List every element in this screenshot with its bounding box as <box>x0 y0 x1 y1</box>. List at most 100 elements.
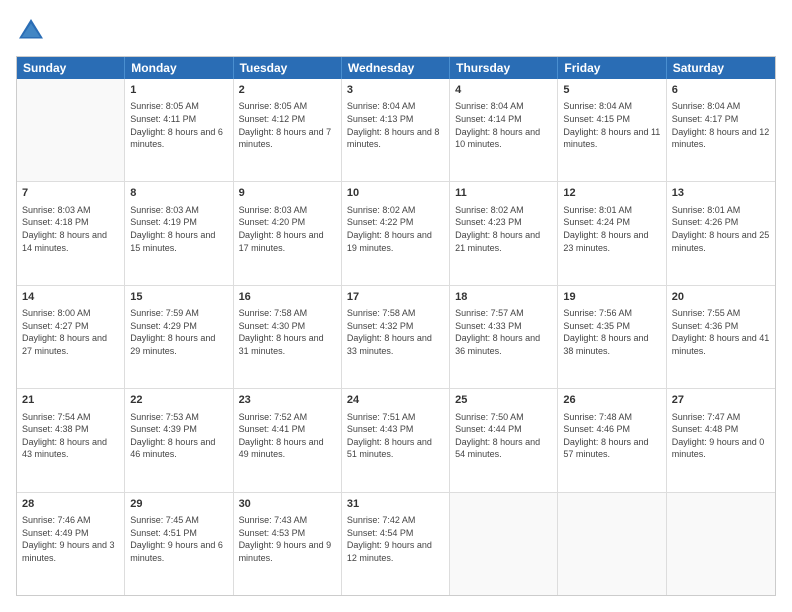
weekday-header-thursday: Thursday <box>450 57 558 79</box>
day-number: 4 <box>455 83 552 98</box>
day-number: 21 <box>22 393 119 408</box>
day-info: Sunrise: 7:58 AM Sunset: 4:30 PM Dayligh… <box>239 307 336 357</box>
day-number: 18 <box>455 290 552 305</box>
calendar-row-3: 21 Sunrise: 7:54 AM Sunset: 4:38 PM Dayli… <box>17 389 775 492</box>
page: SundayMondayTuesdayWednesdayThursdayFrid… <box>0 0 792 612</box>
calendar-cell: 28 Sunrise: 7:46 AM Sunset: 4:49 PM Dayli… <box>17 493 125 595</box>
day-info: Sunrise: 7:46 AM Sunset: 4:49 PM Dayligh… <box>22 514 119 564</box>
calendar-cell: 13Sunrise: 8:01 AM Sunset: 4:26 PM Dayli… <box>667 182 775 284</box>
day-number: 12 <box>563 186 660 201</box>
logo <box>16 16 50 46</box>
day-info: Sunrise: 8:02 AM Sunset: 4:22 PM Dayligh… <box>347 204 444 254</box>
calendar-cell: 15 Sunrise: 7:59 AM Sunset: 4:29 PM Dayli… <box>125 286 233 388</box>
day-number: 24 <box>347 393 444 408</box>
calendar: SundayMondayTuesdayWednesdayThursdayFrid… <box>16 56 776 596</box>
calendar-cell: 23Sunrise: 7:52 AM Sunset: 4:41 PM Dayli… <box>234 389 342 491</box>
day-number: 14 <box>22 290 119 305</box>
calendar-cell: 12 Sunrise: 8:01 AM Sunset: 4:24 PM Dayli… <box>558 182 666 284</box>
calendar-cell: 7 Sunrise: 8:03 AM Sunset: 4:18 PM Daylig… <box>17 182 125 284</box>
day-number: 3 <box>347 83 444 98</box>
day-info: Sunrise: 8:01 AM Sunset: 4:26 PM Dayligh… <box>672 204 770 254</box>
calendar-cell <box>17 79 125 181</box>
day-number: 16 <box>239 290 336 305</box>
day-info: Sunrise: 8:04 AM Sunset: 4:14 PM Dayligh… <box>455 100 552 150</box>
day-info: Sunrise: 7:59 AM Sunset: 4:29 PM Dayligh… <box>130 307 227 357</box>
calendar-cell: 6 Sunrise: 8:04 AM Sunset: 4:17 PM Daylig… <box>667 79 775 181</box>
day-info: Sunrise: 8:01 AM Sunset: 4:24 PM Dayligh… <box>563 204 660 254</box>
weekday-header-sunday: Sunday <box>17 57 125 79</box>
day-info: Sunrise: 8:00 AM Sunset: 4:27 PM Dayligh… <box>22 307 119 357</box>
calendar-cell: 27 Sunrise: 7:47 AM Sunset: 4:48 PM Dayli… <box>667 389 775 491</box>
calendar-cell: 2Sunrise: 8:05 AM Sunset: 4:12 PM Daylig… <box>234 79 342 181</box>
day-info: Sunrise: 8:03 AM Sunset: 4:18 PM Dayligh… <box>22 204 119 254</box>
calendar-cell: 1 Sunrise: 8:05 AM Sunset: 4:11 PM Daylig… <box>125 79 233 181</box>
day-info: Sunrise: 8:04 AM Sunset: 4:15 PM Dayligh… <box>563 100 660 150</box>
day-number: 9 <box>239 186 336 201</box>
day-number: 6 <box>672 83 770 98</box>
calendar-cell: 18 Sunrise: 7:57 AM Sunset: 4:33 PM Dayli… <box>450 286 558 388</box>
day-info: Sunrise: 7:48 AM Sunset: 4:46 PM Dayligh… <box>563 411 660 461</box>
calendar-cell: 24Sunrise: 7:51 AM Sunset: 4:43 PM Dayli… <box>342 389 450 491</box>
day-number: 19 <box>563 290 660 305</box>
calendar-cell <box>667 493 775 595</box>
day-info: Sunrise: 7:55 AM Sunset: 4:36 PM Dayligh… <box>672 307 770 357</box>
calendar-cell: 17 Sunrise: 7:58 AM Sunset: 4:32 PM Dayli… <box>342 286 450 388</box>
calendar-cell: 16 Sunrise: 7:58 AM Sunset: 4:30 PM Dayli… <box>234 286 342 388</box>
weekday-header-saturday: Saturday <box>667 57 775 79</box>
day-info: Sunrise: 7:47 AM Sunset: 4:48 PM Dayligh… <box>672 411 770 461</box>
weekday-header-wednesday: Wednesday <box>342 57 450 79</box>
calendar-header: SundayMondayTuesdayWednesdayThursdayFrid… <box>17 57 775 79</box>
calendar-cell: 5Sunrise: 8:04 AM Sunset: 4:15 PM Daylig… <box>558 79 666 181</box>
day-number: 30 <box>239 497 336 512</box>
calendar-row-0: 1 Sunrise: 8:05 AM Sunset: 4:11 PM Daylig… <box>17 79 775 182</box>
day-number: 15 <box>130 290 227 305</box>
day-info: Sunrise: 7:57 AM Sunset: 4:33 PM Dayligh… <box>455 307 552 357</box>
day-info: Sunrise: 7:45 AM Sunset: 4:51 PM Dayligh… <box>130 514 227 564</box>
calendar-cell: 20Sunrise: 7:55 AM Sunset: 4:36 PM Dayli… <box>667 286 775 388</box>
calendar-row-4: 28 Sunrise: 7:46 AM Sunset: 4:49 PM Dayli… <box>17 493 775 595</box>
calendar-cell: 8 Sunrise: 8:03 AM Sunset: 4:19 PM Daylig… <box>125 182 233 284</box>
day-info: Sunrise: 7:58 AM Sunset: 4:32 PM Dayligh… <box>347 307 444 357</box>
calendar-row-1: 7 Sunrise: 8:03 AM Sunset: 4:18 PM Daylig… <box>17 182 775 285</box>
day-number: 7 <box>22 186 119 201</box>
calendar-cell: 4 Sunrise: 8:04 AM Sunset: 4:14 PM Daylig… <box>450 79 558 181</box>
calendar-cell: 31Sunrise: 7:42 AM Sunset: 4:54 PM Dayli… <box>342 493 450 595</box>
day-info: Sunrise: 8:03 AM Sunset: 4:19 PM Dayligh… <box>130 204 227 254</box>
calendar-cell <box>558 493 666 595</box>
weekday-header-tuesday: Tuesday <box>234 57 342 79</box>
day-info: Sunrise: 7:43 AM Sunset: 4:53 PM Dayligh… <box>239 514 336 564</box>
calendar-cell: 14 Sunrise: 8:00 AM Sunset: 4:27 PM Dayli… <box>17 286 125 388</box>
calendar-cell: 3 Sunrise: 8:04 AM Sunset: 4:13 PM Daylig… <box>342 79 450 181</box>
day-number: 29 <box>130 497 227 512</box>
calendar-cell: 29 Sunrise: 7:45 AM Sunset: 4:51 PM Dayli… <box>125 493 233 595</box>
day-info: Sunrise: 8:05 AM Sunset: 4:12 PM Dayligh… <box>239 100 336 150</box>
calendar-cell: 11 Sunrise: 8:02 AM Sunset: 4:23 PM Dayli… <box>450 182 558 284</box>
day-number: 17 <box>347 290 444 305</box>
day-number: 8 <box>130 186 227 201</box>
header <box>16 16 776 46</box>
calendar-body: 1 Sunrise: 8:05 AM Sunset: 4:11 PM Daylig… <box>17 79 775 595</box>
day-info: Sunrise: 8:04 AM Sunset: 4:17 PM Dayligh… <box>672 100 770 150</box>
calendar-cell: 9Sunrise: 8:03 AM Sunset: 4:20 PM Daylig… <box>234 182 342 284</box>
day-number: 22 <box>130 393 227 408</box>
day-number: 27 <box>672 393 770 408</box>
calendar-cell: 30 Sunrise: 7:43 AM Sunset: 4:53 PM Dayli… <box>234 493 342 595</box>
day-number: 11 <box>455 186 552 201</box>
calendar-cell: 10 Sunrise: 8:02 AM Sunset: 4:22 PM Dayli… <box>342 182 450 284</box>
day-number: 10 <box>347 186 444 201</box>
day-info: Sunrise: 7:54 AM Sunset: 4:38 PM Dayligh… <box>22 411 119 461</box>
day-number: 1 <box>130 83 227 98</box>
day-info: Sunrise: 7:42 AM Sunset: 4:54 PM Dayligh… <box>347 514 444 564</box>
day-info: Sunrise: 7:50 AM Sunset: 4:44 PM Dayligh… <box>455 411 552 461</box>
day-number: 25 <box>455 393 552 408</box>
day-info: Sunrise: 8:05 AM Sunset: 4:11 PM Dayligh… <box>130 100 227 150</box>
day-info: Sunrise: 7:56 AM Sunset: 4:35 PM Dayligh… <box>563 307 660 357</box>
calendar-cell <box>450 493 558 595</box>
calendar-cell: 25 Sunrise: 7:50 AM Sunset: 4:44 PM Dayli… <box>450 389 558 491</box>
day-number: 28 <box>22 497 119 512</box>
calendar-cell: 26Sunrise: 7:48 AM Sunset: 4:46 PM Dayli… <box>558 389 666 491</box>
calendar-cell: 21 Sunrise: 7:54 AM Sunset: 4:38 PM Dayli… <box>17 389 125 491</box>
day-number: 23 <box>239 393 336 408</box>
day-info: Sunrise: 8:04 AM Sunset: 4:13 PM Dayligh… <box>347 100 444 150</box>
day-info: Sunrise: 8:02 AM Sunset: 4:23 PM Dayligh… <box>455 204 552 254</box>
